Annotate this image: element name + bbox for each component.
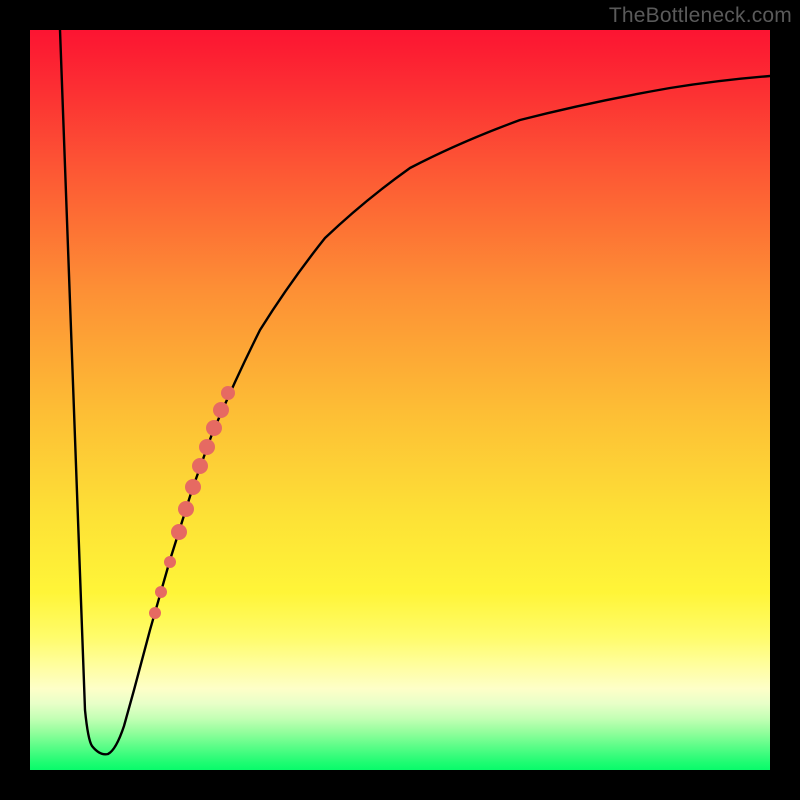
curve-layer bbox=[30, 30, 770, 770]
marker-dot bbox=[171, 524, 187, 540]
marker-dot bbox=[192, 458, 208, 474]
plot-area bbox=[30, 30, 770, 770]
bottleneck-curve bbox=[60, 30, 770, 754]
marker-dot bbox=[155, 586, 167, 598]
chart-frame: TheBottleneck.com bbox=[0, 0, 800, 800]
marker-dot bbox=[164, 556, 176, 568]
marker-dot bbox=[185, 479, 201, 495]
watermark-text: TheBottleneck.com bbox=[609, 4, 792, 28]
marker-dot bbox=[199, 439, 215, 455]
marker-dot bbox=[213, 402, 229, 418]
marker-dot bbox=[221, 386, 235, 400]
marker-dot bbox=[178, 501, 194, 517]
marker-dot bbox=[149, 607, 161, 619]
marker-dot bbox=[206, 420, 222, 436]
